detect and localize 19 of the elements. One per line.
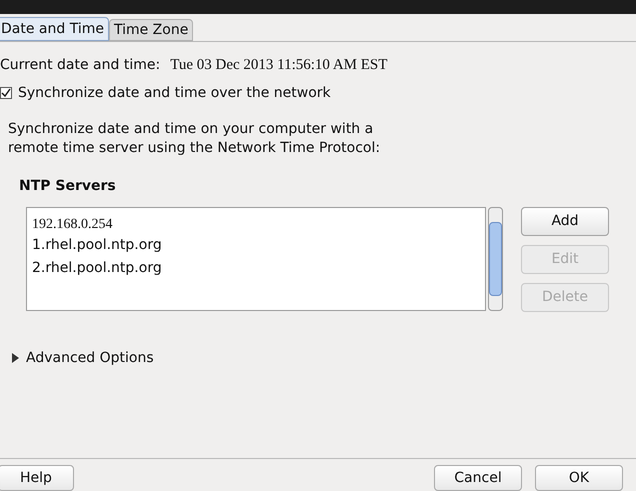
tab[interactable]: Time Zone — [108, 19, 194, 41]
check-icon — [1, 88, 11, 98]
dialog-button[interactable]: OK — [535, 465, 623, 491]
scrollbar[interactable] — [488, 206, 503, 310]
current-date-value: Tue 03 Dec 2013 11:56:10 AM EST — [170, 56, 388, 75]
tab[interactable]: Date and Time — [0, 17, 109, 41]
sync-checkbox[interactable] — [0, 87, 12, 99]
advanced-expander[interactable]: Advanced Options — [10, 348, 154, 368]
dialog-button[interactable]: Cancel — [434, 465, 522, 491]
server-item[interactable]: 1.rhel.pool.ntp.org — [32, 234, 480, 258]
help-button[interactable]: Help — [0, 465, 74, 491]
server-item[interactable]: 2.rhel.pool.ntp.org — [32, 258, 480, 280]
server-item[interactable]: 192.168.0.254 — [32, 214, 480, 234]
current-date-label: Current date and time: — [0, 56, 160, 75]
list-action-button[interactable]: Add — [521, 206, 609, 236]
section-heading: NTP Servers — [19, 176, 117, 196]
description: Synchronize date and time on your computer with a remote time server using the Network Time Protocol: — [8, 120, 382, 158]
expander-icon — [10, 353, 20, 363]
sync-label: Synchronize date and time over the network — [18, 84, 331, 102]
